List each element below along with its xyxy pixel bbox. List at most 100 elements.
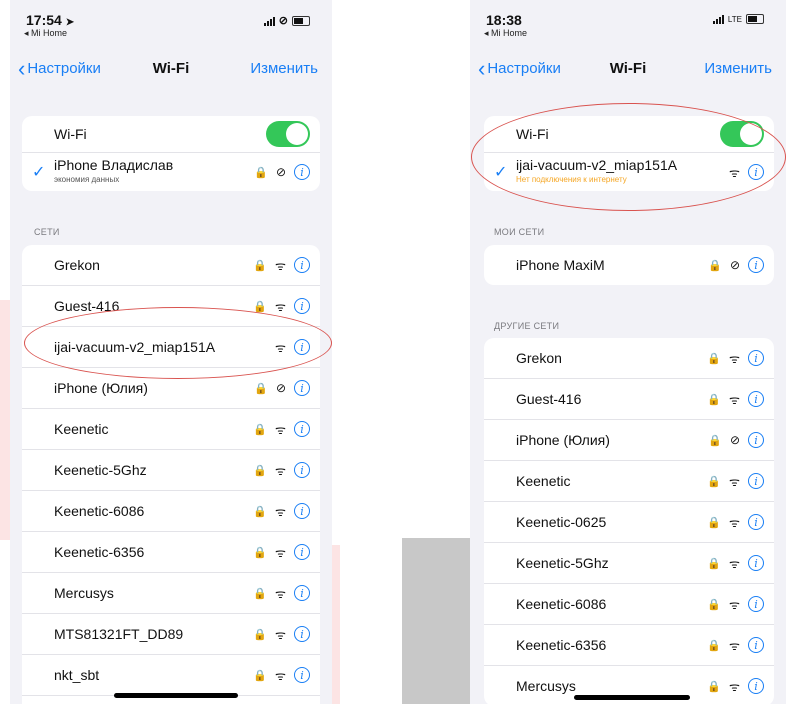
connected-network-row[interactable]: ✓ ijai-vacuum-v2_miap151A Нет подключени… (484, 153, 774, 191)
lock-icon: 🔒 (253, 464, 268, 477)
network-row[interactable]: Keenetic-5Ghz 🔒 ᯤ i (22, 450, 320, 491)
info-icon[interactable]: i (748, 432, 764, 448)
lock-icon: 🔒 (253, 546, 268, 559)
network-row[interactable]: Guest-416 🔒 ᯤ i (484, 379, 774, 420)
info-icon[interactable]: i (748, 164, 764, 180)
lock-icon: 🔒 (253, 628, 268, 641)
network-row[interactable]: Keenetic-6356 🔒 ᯤ i (484, 625, 774, 666)
wifi-signal-icon: ᯤ (275, 422, 286, 437)
network-row[interactable]: Mercusys 🔒 ᯤ i (22, 573, 320, 614)
back-to-app-link[interactable]: ◂ Mi Home (24, 28, 67, 39)
no-internet-warning: Нет подключения к интернету (516, 174, 627, 184)
network-row[interactable]: Keenetic 🔒 ᯤ i (484, 461, 774, 502)
network-row[interactable]: Keenetic-5Ghz 🔒 ᯤ i (484, 543, 774, 584)
wifi-signal-icon: ᯤ (729, 597, 740, 612)
wifi-signal-icon: ᯤ (729, 679, 740, 694)
network-row[interactable]: Keenetic 🔒 ᯤ i (22, 409, 320, 450)
connected-network-name: ijai-vacuum-v2_miap151A (516, 156, 678, 173)
network-row[interactable]: iPhone MaxiM 🔒 ⊘ i (484, 245, 774, 285)
network-row[interactable]: Keenetic-6356 🔒 ᯤ i (22, 532, 320, 573)
section-my-networks-label: МОИ СЕТИ (494, 227, 545, 237)
connected-network-row[interactable]: ✓ iPhone Владислав экономия данных 🔒 ⊘ i (22, 153, 320, 191)
info-icon[interactable]: i (294, 421, 310, 437)
status-time: 17:54 ➤ (26, 12, 75, 28)
network-name: iPhone (Юлия) (516, 432, 610, 448)
back-to-app-link[interactable]: ◂ Mi Home (484, 28, 527, 39)
wifi-label: Wi-Fi (54, 126, 87, 142)
location-arrow-icon: ➤ (65, 17, 75, 28)
status-indicators: ⊘ (263, 14, 310, 27)
network-row[interactable]: Keenetic-0625 🔒 ᯤ i (484, 502, 774, 543)
status-indicators: LTE (712, 14, 764, 24)
info-icon[interactable]: i (294, 257, 310, 273)
info-icon[interactable]: i (294, 339, 310, 355)
network-row[interactable]: Keenetic-6086 🔒 ᯤ i (22, 491, 320, 532)
info-icon[interactable]: i (748, 678, 764, 694)
info-icon[interactable]: i (294, 503, 310, 519)
network-name: iPhone (Юлия) (54, 380, 148, 396)
nav-bar: ‹ Настройки Wi-Fi Изменить (10, 57, 332, 84)
network-name: Guest-416 (516, 391, 582, 407)
lock-icon: 🔒 (707, 598, 722, 611)
network-row[interactable]: Grekon 🔒 ᯤ i (22, 245, 320, 286)
lock-icon: 🔒 (253, 505, 268, 518)
network-name: Keenetic-5Ghz (516, 555, 609, 571)
section-other-networks-label: ДРУГИЕ СЕТИ (494, 321, 560, 331)
info-icon[interactable]: i (748, 473, 764, 489)
wifi-signal-icon: ᯤ (275, 586, 286, 601)
network-row[interactable]: nkt_sbt 🔒 ᯤ i (22, 655, 320, 696)
lock-icon: 🔒 (708, 434, 722, 447)
info-icon[interactable]: i (748, 391, 764, 407)
network-row[interactable]: ijai-vacuum-v2_miap151A ᯤ i (22, 327, 320, 368)
info-icon[interactable]: i (748, 555, 764, 571)
info-icon[interactable]: i (294, 380, 310, 396)
hotspot-link-icon: ⊘ (275, 165, 286, 179)
network-row[interactable]: iPhone (Юлия) 🔒 ⊘ i (484, 420, 774, 461)
phone-screenshot-right: 18:38 ◂ Mi Home LTE ‹ Настройки Wi-Fi Изм… (470, 0, 786, 704)
lock-icon: 🔒 (707, 393, 722, 406)
info-icon[interactable]: i (748, 514, 764, 530)
info-icon[interactable]: i (748, 350, 764, 366)
wifi-signal-icon: ᯤ (729, 392, 740, 407)
wifi-toggle[interactable] (720, 121, 764, 147)
info-icon[interactable]: i (294, 626, 310, 642)
lock-icon: 🔒 (253, 259, 268, 272)
info-icon[interactable]: i (748, 637, 764, 653)
lock-icon: 🔒 (253, 423, 268, 436)
network-name: Grekon (516, 350, 562, 366)
network-row[interactable]: Keenetic-6086 🔒 ᯤ i (484, 584, 774, 625)
hotspot-link-icon: ⊘ (729, 433, 740, 447)
edit-button[interactable]: Изменить (250, 60, 318, 77)
lock-icon: 🔒 (253, 669, 268, 682)
wifi-signal-icon: ᯤ (275, 258, 286, 273)
wifi-signal-icon: ᯤ (729, 351, 740, 366)
wifi-toggle[interactable] (266, 121, 310, 147)
network-name: Mercusys (54, 585, 114, 601)
hotspot-link-icon: ⊘ (275, 381, 286, 395)
my-networks-list: iPhone MaxiM 🔒 ⊘ i (484, 245, 774, 285)
network-row[interactable]: MTS81321FT_DD89 🔒 ᯤ i (22, 614, 320, 655)
info-icon[interactable]: i (294, 298, 310, 314)
networks-list: Grekon 🔒 ᯤ i Guest-416 🔒 ᯤ i ijai-vacuum-v2_miap… (22, 245, 320, 704)
lock-icon: 🔒 (708, 259, 722, 272)
info-icon[interactable]: i (294, 667, 310, 683)
network-name: MTS81321FT_DD89 (54, 626, 184, 642)
network-name: Keenetic-6356 (516, 637, 607, 653)
lock-icon: 🔒 (253, 587, 268, 600)
info-icon[interactable]: i (294, 544, 310, 560)
wifi-signal-icon: ᯤ (275, 463, 286, 478)
info-icon[interactable]: i (294, 462, 310, 478)
info-icon[interactable]: i (294, 164, 310, 180)
info-icon[interactable]: i (748, 257, 764, 273)
network-row[interactable]: Guest-416 🔒 ᯤ i (22, 286, 320, 327)
edit-button[interactable]: Изменить (704, 60, 772, 77)
wifi-group: Wi-Fi ✓ iPhone Владислав экономия данных… (22, 116, 320, 191)
network-row[interactable]: Grekon 🔒 ᯤ i (484, 338, 774, 379)
home-indicator (574, 695, 690, 700)
wifi-toggle-row: Wi-Fi (484, 116, 774, 153)
lock-icon: 🔒 (254, 166, 268, 179)
info-icon[interactable]: i (294, 585, 310, 601)
network-row[interactable]: iPhone (Юлия) 🔒 ⊘ i (22, 368, 320, 409)
cellular-signal-icon (712, 14, 724, 24)
info-icon[interactable]: i (748, 596, 764, 612)
